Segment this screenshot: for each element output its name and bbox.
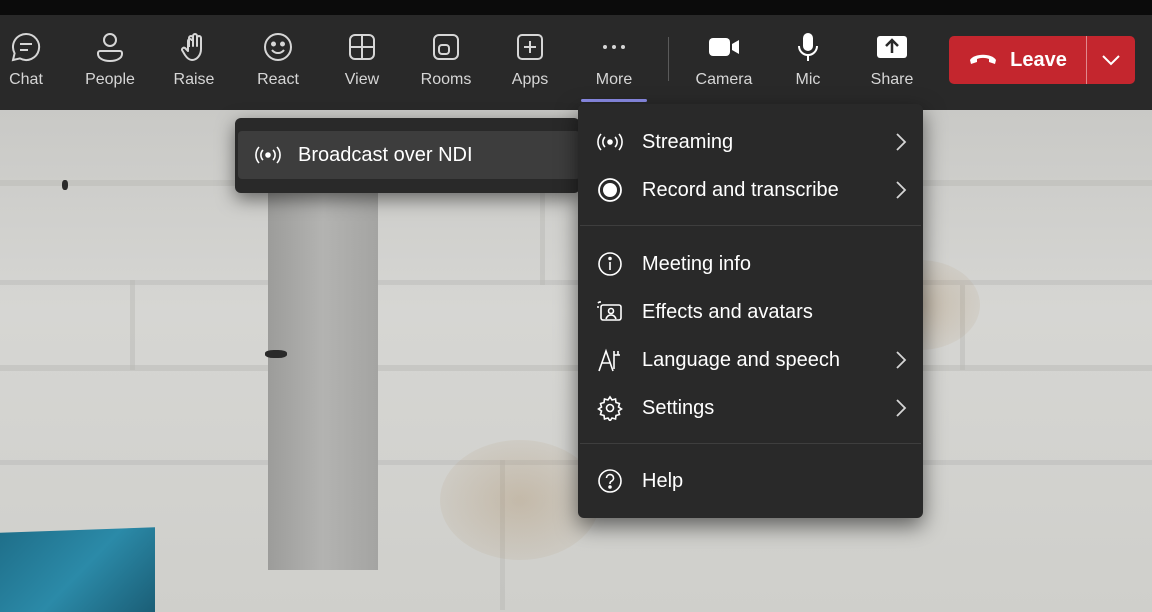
people-icon — [92, 29, 128, 65]
people-label: People — [85, 71, 135, 88]
chat-button[interactable]: Chat — [0, 15, 61, 110]
more-label: More — [595, 71, 633, 88]
ellipsis-icon — [596, 29, 632, 65]
chevron-right-icon — [879, 132, 923, 152]
more-button[interactable]: More — [579, 15, 649, 110]
menu-divider — [580, 443, 921, 444]
react-label: React — [257, 71, 299, 88]
menu-item-settings[interactable]: Settings — [578, 385, 923, 431]
menu-divider — [580, 225, 921, 226]
more-menu: Streaming Record and transcribe Meeting … — [578, 104, 923, 518]
gear-icon — [578, 395, 642, 421]
menu-item-label: Streaming — [642, 130, 734, 153]
menu-item-help[interactable]: Help — [578, 458, 923, 504]
camera-icon — [706, 29, 742, 65]
leave-button-group: Leave — [949, 36, 1135, 84]
react-button[interactable]: React — [243, 15, 313, 110]
chevron-down-icon — [1101, 51, 1121, 70]
window-top-strip — [0, 0, 1152, 15]
broadcast-ndi-label: Broadcast over NDI — [298, 143, 473, 166]
chat-icon — [8, 29, 44, 65]
broadcast-icon — [238, 145, 298, 165]
chevron-right-icon — [879, 398, 923, 418]
mic-label: Mic — [795, 71, 821, 88]
view-button[interactable]: View — [327, 15, 397, 110]
chevron-right-icon — [879, 350, 923, 370]
menu-item-label: Help — [642, 469, 684, 492]
rooms-label: Rooms — [420, 71, 472, 88]
menu-item-label: Settings — [642, 396, 715, 419]
grid-icon — [344, 29, 380, 65]
help-icon — [578, 468, 642, 494]
toolbar-divider — [668, 37, 669, 81]
microphone-icon — [790, 29, 826, 65]
leave-divider — [1086, 36, 1087, 84]
broadcast-ndi-item[interactable]: Broadcast over NDI — [238, 131, 580, 179]
people-button[interactable]: People — [75, 15, 145, 110]
raise-label: Raise — [173, 71, 215, 88]
menu-item-label: Record and transcribe — [642, 178, 839, 201]
menu-item-effects[interactable]: Effects and avatars — [578, 289, 923, 335]
leave-options-button[interactable] — [1087, 36, 1135, 84]
leave-label: Leave — [1010, 48, 1067, 71]
plus-square-icon — [512, 29, 548, 65]
apps-button[interactable]: Apps — [495, 15, 565, 110]
apps-label: Apps — [511, 71, 549, 88]
menu-item-streaming[interactable]: Streaming — [578, 119, 923, 165]
streaming-submenu: Broadcast over NDI — [235, 118, 580, 193]
chat-label: Chat — [9, 71, 43, 88]
leave-button[interactable]: Leave — [949, 36, 1086, 84]
chevron-right-icon — [879, 180, 923, 200]
smiley-icon — [260, 29, 296, 65]
mic-button[interactable]: Mic — [773, 15, 843, 110]
menu-item-language[interactable]: Language and speech — [578, 337, 923, 383]
camera-label: Camera — [695, 71, 753, 88]
phone-hangup-icon — [968, 50, 998, 70]
menu-item-label: Language and speech — [642, 348, 840, 371]
record-icon — [578, 177, 642, 203]
view-label: View — [344, 71, 380, 88]
broadcast-icon — [578, 132, 642, 152]
meeting-toolbar: Chat People Raise React View Rooms Apps … — [0, 15, 1152, 110]
effects-icon — [578, 300, 642, 324]
menu-item-record[interactable]: Record and transcribe — [578, 167, 923, 213]
menu-item-label: Effects and avatars — [642, 300, 813, 323]
rooms-button[interactable]: Rooms — [411, 15, 481, 110]
raise-hand-button[interactable]: Raise — [159, 15, 229, 110]
hand-icon — [176, 29, 212, 65]
language-icon — [578, 347, 642, 373]
info-icon — [578, 251, 642, 277]
camera-button[interactable]: Camera — [689, 15, 759, 110]
share-button[interactable]: Share — [857, 15, 927, 110]
active-indicator — [581, 99, 647, 102]
share-tray-icon — [874, 29, 910, 65]
menu-item-meeting-info[interactable]: Meeting info — [578, 241, 923, 287]
rooms-icon — [428, 29, 464, 65]
menu-item-label: Meeting info — [642, 252, 751, 275]
share-label: Share — [870, 71, 914, 88]
